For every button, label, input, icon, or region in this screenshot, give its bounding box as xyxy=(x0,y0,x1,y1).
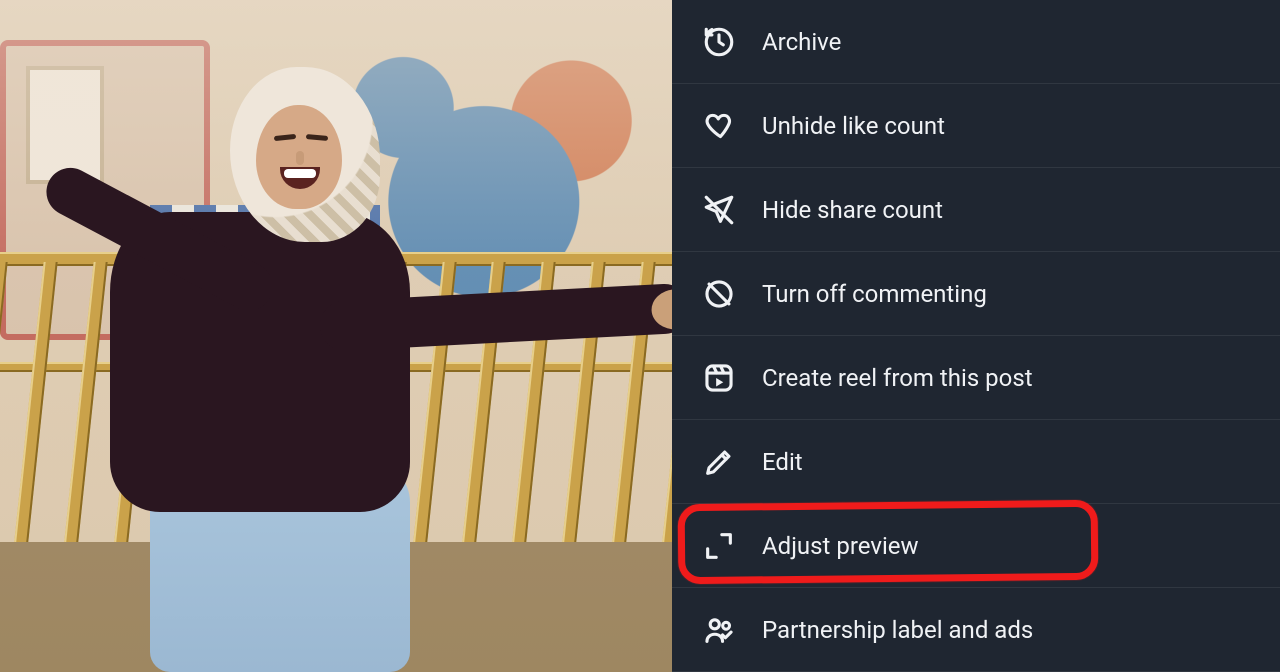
post-photo xyxy=(0,0,672,672)
menu-item-create-reel[interactable]: Create reel from this post xyxy=(672,336,1280,420)
comment-off-icon xyxy=(702,277,736,311)
menu-item-label: Turn off commenting xyxy=(762,280,987,308)
archive-icon xyxy=(702,25,736,59)
partnership-icon xyxy=(702,613,736,647)
pencil-icon xyxy=(702,445,736,479)
menu-item-archive[interactable]: Archive xyxy=(672,0,1280,84)
menu-item-edit[interactable]: Edit xyxy=(672,420,1280,504)
menu-item-label: Unhide like count xyxy=(762,112,945,140)
menu-item-partnership[interactable]: Partnership label and ads xyxy=(672,588,1280,672)
heart-icon xyxy=(702,109,736,143)
menu-item-turn-off-commenting[interactable]: Turn off commenting xyxy=(672,252,1280,336)
expand-icon xyxy=(702,529,736,563)
reel-icon xyxy=(702,361,736,395)
person xyxy=(40,32,560,672)
menu-item-unhide-like-count[interactable]: Unhide like count xyxy=(672,84,1280,168)
menu-item-label: Partnership label and ads xyxy=(762,616,1033,644)
post-options-panel: Archive Unhide like count Hide share cou… xyxy=(672,0,1280,672)
menu-item-label: Create reel from this post xyxy=(762,364,1033,392)
share-off-icon xyxy=(702,193,736,227)
menu-item-adjust-preview[interactable]: Adjust preview xyxy=(672,504,1280,588)
menu-item-label: Adjust preview xyxy=(762,532,919,560)
menu-item-label: Archive xyxy=(762,28,841,56)
menu-item-label: Hide share count xyxy=(762,196,943,224)
menu-item-label: Edit xyxy=(762,448,803,476)
menu-item-hide-share-count[interactable]: Hide share count xyxy=(672,168,1280,252)
